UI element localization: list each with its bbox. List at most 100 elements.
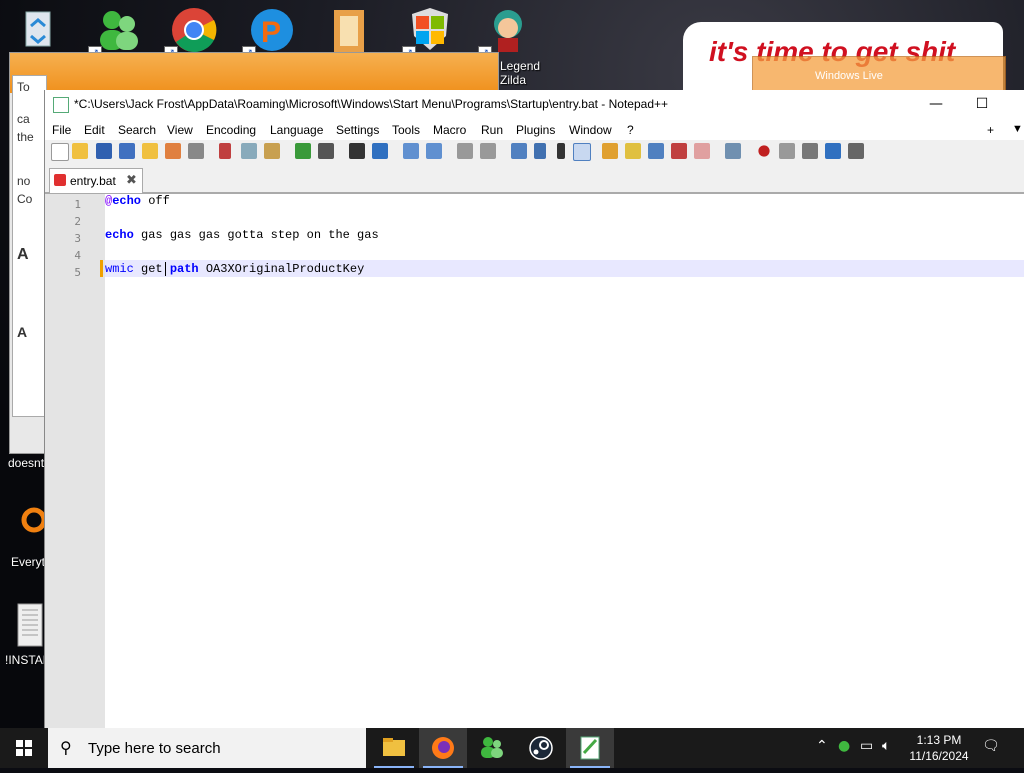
- notepadpp-icon[interactable]: [566, 728, 614, 768]
- doc-map-icon[interactable]: [625, 143, 641, 159]
- folder-workspace-icon[interactable]: [671, 143, 687, 159]
- menu-macro[interactable]: Macro: [433, 123, 466, 137]
- menu-edit[interactable]: Edit: [84, 123, 105, 137]
- menu-plugins[interactable]: Plugins: [516, 123, 555, 137]
- line-number-gutter: 1 2 3 4 5: [45, 194, 105, 730]
- windows-live-messenger-icon[interactable]: ↗: [88, 6, 142, 60]
- toolbar: [45, 140, 1024, 163]
- menu-language[interactable]: Language: [270, 123, 323, 137]
- menu-window[interactable]: Window: [569, 123, 612, 137]
- sync-vertical-icon[interactable]: [457, 143, 473, 159]
- taskbar-search-box[interactable]: ⚲ Type here to search: [48, 728, 366, 768]
- taskbar: ⚲ Type here to search ⌃ ● ▭ 🔈︎ 1:13 PM 1…: [0, 728, 1024, 768]
- recycle-bin-icon[interactable]: [18, 6, 66, 54]
- indent-guide-icon[interactable]: [573, 143, 591, 161]
- function-list-icon[interactable]: [648, 143, 664, 159]
- word-wrap-icon[interactable]: [511, 143, 527, 159]
- search-icon: ⚲: [60, 738, 72, 757]
- token-keyword: echo: [105, 228, 134, 242]
- dropdown-arrow-icon[interactable]: [557, 143, 565, 159]
- install-file-icon[interactable]: [14, 602, 44, 648]
- maximize-button[interactable]: ☐: [959, 90, 1005, 120]
- menu-file[interactable]: File: [52, 123, 71, 137]
- windows-live-mini-window[interactable]: Windows Live: [752, 56, 1006, 94]
- minimize-button[interactable]: —: [913, 90, 959, 120]
- line-number: 1: [74, 198, 81, 211]
- network-icon[interactable]: ▭: [860, 738, 873, 754]
- messenger-tray-icon[interactable]: ●: [838, 738, 850, 754]
- start-button[interactable]: [0, 728, 48, 768]
- document-icon[interactable]: [330, 8, 378, 56]
- token-text: gas gas gas gotta step on the gas: [133, 228, 379, 242]
- redo-icon[interactable]: [318, 143, 334, 159]
- save-icon[interactable]: [96, 143, 112, 159]
- windows-live-titlebar[interactable]: [10, 53, 498, 93]
- save-all-icon[interactable]: [119, 143, 135, 159]
- menu-help[interactable]: ?: [627, 123, 634, 137]
- paint-icon[interactable]: P ↗: [242, 6, 296, 60]
- menu-bar: File Edit Search View Encoding Language …: [45, 120, 1024, 140]
- wl-text-6: A: [17, 246, 29, 263]
- tab-entry-bat[interactable]: entry.bat ✖: [49, 168, 143, 193]
- volume-icon[interactable]: 🔈︎: [882, 738, 890, 754]
- steam-icon[interactable]: [517, 728, 565, 768]
- save-macro-icon[interactable]: [848, 143, 864, 159]
- menu-tools[interactable]: Tools: [392, 123, 420, 137]
- menu-settings[interactable]: Settings: [336, 123, 379, 137]
- show-hidden-icons-chevron-icon[interactable]: ⌃: [816, 738, 828, 754]
- menu-encoding[interactable]: Encoding: [206, 123, 256, 137]
- tab-list-dropdown-button[interactable]: ▼: [1012, 123, 1023, 135]
- code-line-5: wmic get path OA3XOriginalProductKey: [105, 262, 364, 276]
- file-explorer-icon[interactable]: [370, 728, 418, 768]
- windows-shield-icon[interactable]: ↗: [402, 6, 456, 60]
- legend-zilda-icon[interactable]: ↗: [478, 6, 532, 60]
- new-file-icon[interactable]: [51, 143, 69, 161]
- everything-search-icon[interactable]: [10, 500, 47, 548]
- new-tab-plus-button[interactable]: +: [987, 123, 994, 137]
- replace-icon[interactable]: [372, 143, 388, 159]
- open-file-icon[interactable]: [72, 143, 88, 159]
- define-language-icon[interactable]: [602, 143, 618, 159]
- windows-live-mini-title: Windows Live: [815, 70, 883, 82]
- token-text: OA3XOriginalProductKey: [198, 262, 365, 276]
- undo-icon[interactable]: [295, 143, 311, 159]
- messenger-icon[interactable]: [468, 728, 516, 768]
- zoom-out-icon[interactable]: [426, 143, 442, 159]
- print-icon[interactable]: [188, 143, 204, 159]
- wl-text-3: the: [17, 130, 34, 144]
- taskbar-clock[interactable]: 1:13 PM 11/16/2024: [900, 732, 978, 764]
- sync-horizontal-icon[interactable]: [480, 143, 496, 159]
- cut-icon[interactable]: [219, 143, 231, 159]
- notifications-icon[interactable]: 🗨︎: [982, 738, 1000, 754]
- copy-icon[interactable]: [241, 143, 257, 159]
- firefox-icon[interactable]: [419, 728, 467, 768]
- clock-time: 1:13 PM: [916, 733, 962, 747]
- window-title: *C:\Users\Jack Frost\AppData\Roaming\Mic…: [74, 97, 669, 111]
- eye-icon[interactable]: [725, 143, 741, 159]
- token-keyword: echo: [112, 194, 142, 208]
- notepadpp-app-icon: [53, 97, 69, 113]
- close-tab-icon[interactable]: ✖: [126, 172, 137, 188]
- find-icon[interactable]: [349, 143, 365, 159]
- menu-view[interactable]: View: [167, 123, 193, 137]
- monitoring-icon[interactable]: [694, 143, 710, 159]
- close-file-icon[interactable]: [142, 143, 158, 159]
- menu-search[interactable]: Search: [118, 123, 156, 137]
- play-macro-icon[interactable]: [802, 143, 818, 159]
- close-all-icon[interactable]: [165, 143, 181, 159]
- menu-run[interactable]: Run: [481, 123, 503, 137]
- line-number: 3: [74, 232, 81, 245]
- text-caret: [165, 262, 166, 276]
- paste-icon[interactable]: [264, 143, 280, 159]
- wl-text-4: no: [17, 174, 31, 188]
- notepadpp-titlebar[interactable]: *C:\Users\Jack Frost\AppData\Roaming\Mic…: [45, 90, 1024, 120]
- stop-macro-icon[interactable]: [779, 143, 795, 159]
- run-macro-multiple-icon[interactable]: [825, 143, 841, 159]
- zoom-in-icon[interactable]: [403, 143, 419, 159]
- desktop-label-install: !INSTAL: [5, 653, 50, 667]
- notepadpp-window[interactable]: *C:\Users\Jack Frost\AppData\Roaming\Mic…: [44, 90, 1024, 730]
- chrome-icon[interactable]: ↗: [164, 6, 218, 60]
- record-macro-icon[interactable]: [758, 145, 770, 157]
- show-all-characters-icon[interactable]: [534, 143, 546, 159]
- line-number: 5: [74, 266, 81, 279]
